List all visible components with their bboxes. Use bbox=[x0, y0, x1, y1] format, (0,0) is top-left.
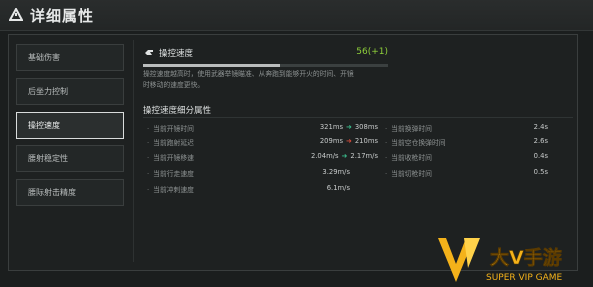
stat-label: 当前冲刺速度 bbox=[153, 186, 194, 194]
handling-speed-label: 操控速度 bbox=[159, 49, 194, 59]
stat-value: 321ms ➜ 308ms bbox=[320, 123, 378, 131]
handling-speed-bar bbox=[143, 64, 388, 67]
stat-label: 当前换弹时间 bbox=[391, 125, 432, 133]
sidebar-item-hip-stability[interactable]: 腰射稳定性 bbox=[16, 145, 124, 172]
hand-icon bbox=[145, 50, 153, 55]
sidebar-item-handling-speed[interactable]: 操控速度 bbox=[16, 112, 124, 139]
sidebar-item-label: 后坐力控制 bbox=[28, 87, 68, 96]
stat-label: 当前空仓换弹时间 bbox=[391, 139, 446, 147]
stat-row-ads-move-speed: · 当前开镜移速 2.04m/s ➜ 2.17m/s bbox=[147, 152, 378, 166]
stat-value: 2.04m/s ➜ 2.17m/s bbox=[311, 152, 378, 160]
bullet-dot: · bbox=[147, 154, 150, 162]
stat-row-swap-time: · 当前切枪时间 0.5s bbox=[385, 168, 548, 182]
sidebar-item-hip-accuracy[interactable]: 腰际射击精度 bbox=[16, 179, 124, 206]
stat-row-holster-time: · 当前收枪时间 0.4s bbox=[385, 152, 548, 166]
stat-label: 当前跑射延迟 bbox=[153, 139, 194, 147]
section-divider bbox=[143, 117, 573, 118]
stat-new-value: 210ms bbox=[354, 137, 378, 145]
sidebar-item-label: 基础伤害 bbox=[28, 53, 60, 62]
stat-row-sprint-speed: · 当前冲刺速度 6.1m/s bbox=[147, 184, 378, 198]
sidebar-divider bbox=[133, 40, 134, 262]
stat-row-walk-speed: · 当前行走速度 3.29m/s bbox=[147, 168, 378, 182]
bullet-dot: · bbox=[385, 154, 388, 162]
stat-row-reload-time: · 当前换弹时间 2.4s bbox=[385, 123, 548, 137]
bullet-dot: · bbox=[385, 170, 388, 178]
sub-attributes-title: 操控速度细分属性 bbox=[143, 106, 212, 116]
stat-old-value: 209ms bbox=[319, 137, 343, 145]
stat-value: 2.4s bbox=[533, 123, 548, 131]
stat-label: 当前开镜移速 bbox=[153, 154, 194, 162]
stat-old-value: 2.04m/s bbox=[310, 152, 339, 160]
stat-new-value: 308ms bbox=[354, 123, 378, 131]
handling-speed-bar-fill bbox=[143, 64, 281, 67]
bullet-dot: · bbox=[147, 186, 150, 194]
decrease-arrow-icon: ➜ bbox=[341, 152, 348, 160]
handling-speed-value: 56(+1) bbox=[356, 47, 388, 57]
bullet-dot: · bbox=[385, 125, 388, 133]
sidebar-item-label: 操控速度 bbox=[28, 121, 60, 130]
stat-label: 当前行走速度 bbox=[153, 170, 194, 178]
stat-value: 0.4s bbox=[533, 152, 548, 160]
stat-row-sprint-fire-delay: · 当前跑射延迟 209ms ➜ 210ms bbox=[147, 137, 378, 151]
stat-new-value: 2.17m/s bbox=[350, 152, 378, 160]
super-vip-game-logo: 大V手游 SUPER VIP GAME bbox=[438, 238, 563, 283]
sidebar-item-label: 腰际射击精度 bbox=[28, 188, 76, 197]
handling-speed-description: 操控速度越高时，使用武器举镜瞄准、从奔跑到能够开火的时间、开镜 时移动的速度更快… bbox=[143, 69, 383, 91]
sidebar-item-base-damage[interactable]: 基础伤害 bbox=[16, 44, 124, 71]
description-line: 时移动的速度更快。 bbox=[143, 81, 205, 89]
stat-label: 当前收枪时间 bbox=[391, 154, 432, 162]
bullet-dot: · bbox=[147, 125, 150, 133]
stat-value: 209ms ➜ 210ms bbox=[320, 137, 378, 145]
svg-text:SUPER VIP GAME: SUPER VIP GAME bbox=[486, 273, 563, 283]
stat-label: 当前切枪时间 bbox=[391, 170, 432, 178]
svg-text:大V手游: 大V手游 bbox=[490, 246, 562, 269]
stat-value: 0.5s bbox=[533, 168, 548, 176]
description-line: 操控速度越高时，使用武器举镜瞄准、从奔跑到能够开火的时间、开镜 bbox=[143, 70, 354, 78]
stat-row-ads-time: · 当前开镜时间 321ms ➜ 308ms bbox=[147, 123, 378, 137]
increase-arrow-icon: ➜ bbox=[345, 137, 352, 145]
handling-speed-header: 操控速度 56(+1) bbox=[143, 44, 388, 68]
stat-value: 6.1m/s bbox=[326, 184, 350, 192]
bullet-dot: · bbox=[385, 139, 388, 147]
sidebar-item-label: 腰射稳定性 bbox=[28, 154, 68, 163]
decrease-arrow-icon: ➜ bbox=[345, 123, 352, 131]
sidebar-item-recoil-control[interactable]: 后坐力控制 bbox=[16, 78, 124, 105]
stat-value: 3.29m/s bbox=[322, 168, 350, 176]
stat-value: 2.6s bbox=[533, 137, 548, 145]
stat-row-empty-reload-time: · 当前空仓换弹时间 2.6s bbox=[385, 137, 548, 151]
bullet-dot: · bbox=[147, 139, 150, 147]
stat-old-value: 321ms bbox=[319, 123, 343, 131]
attribute-detail-panel: 操控速度 56(+1) 操控速度越高时，使用武器举镜瞄准、从奔跑到能够开火的时间… bbox=[143, 40, 573, 262]
stat-label: 当前开镜时间 bbox=[153, 125, 194, 133]
bullet-dot: · bbox=[147, 170, 150, 178]
